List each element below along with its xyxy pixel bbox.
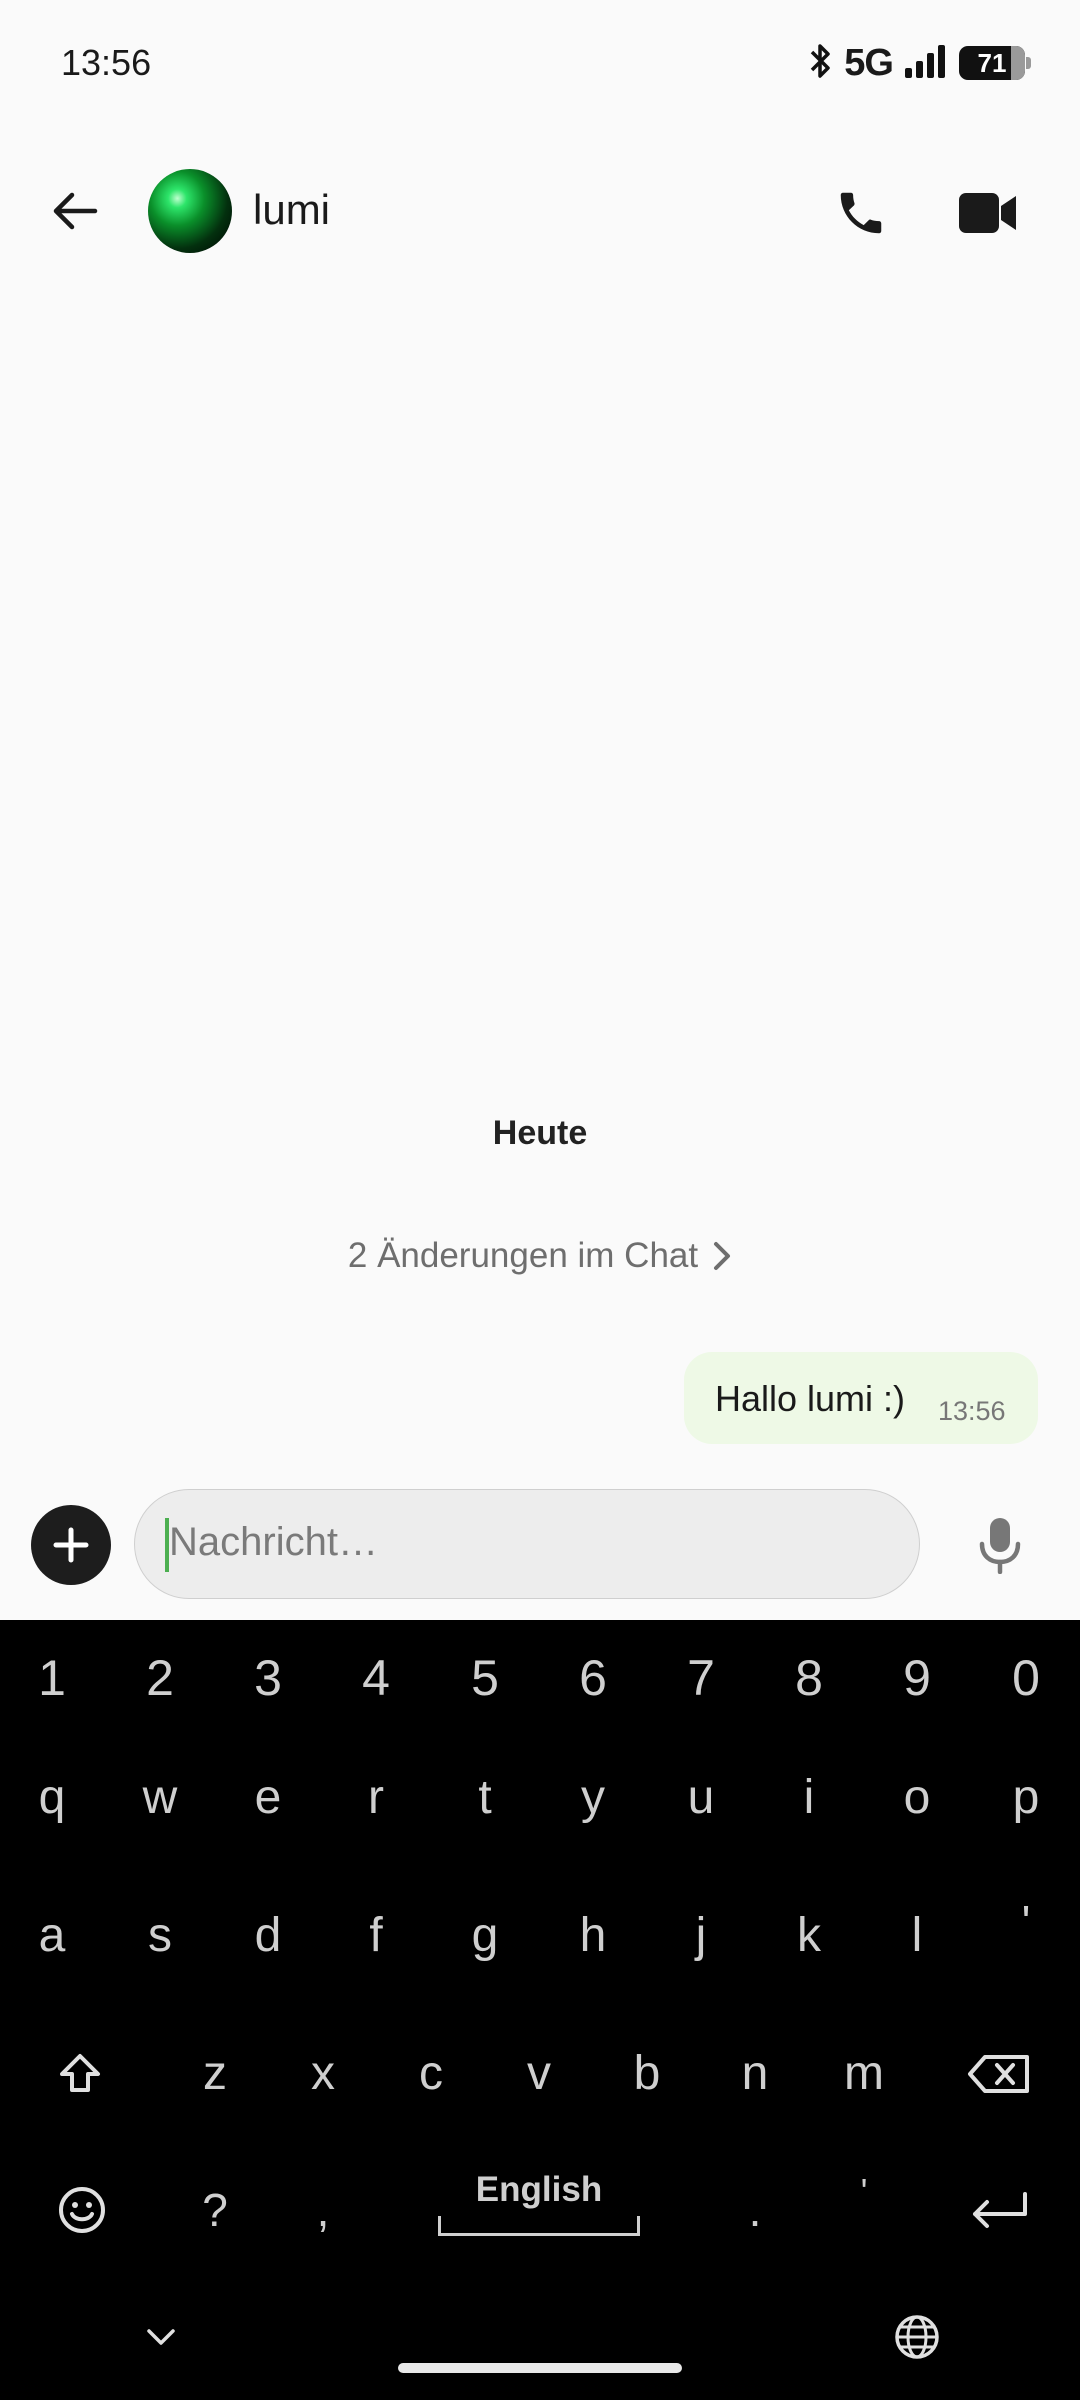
key-p[interactable]: p — [1006, 1758, 1046, 1838]
key-t[interactable]: t — [465, 1758, 505, 1838]
key-apostrophe[interactable]: ' — [1006, 1882, 1046, 1962]
key-b[interactable]: b — [627, 2034, 667, 2114]
message-time: 13:56 — [938, 1396, 1006, 1426]
key-period[interactable]: . — [735, 2170, 775, 2250]
keyboard-row-a: a s d f g h j k l ' — [0, 1896, 1080, 1976]
chat-changes-link[interactable]: 2 Änderungen im Chat — [0, 1236, 1080, 1276]
key-k[interactable]: k — [789, 1896, 829, 1976]
key-question[interactable]: ? — [195, 2170, 235, 2250]
key-3[interactable]: 3 — [248, 1638, 288, 1718]
key-x[interactable]: x — [303, 2034, 343, 2114]
video-call-button[interactable] — [950, 178, 1026, 248]
contact-avatar[interactable] — [148, 169, 232, 253]
key-r[interactable]: r — [356, 1758, 396, 1838]
key-z[interactable]: z — [195, 2034, 235, 2114]
key-h[interactable]: h — [573, 1896, 613, 1976]
back-button[interactable] — [40, 176, 110, 246]
emoji-icon — [59, 2187, 105, 2233]
key-d[interactable]: d — [248, 1896, 288, 1976]
key-5[interactable]: 5 — [465, 1638, 505, 1718]
backspace-key[interactable] — [962, 2042, 1036, 2106]
plus-icon — [53, 1527, 89, 1563]
keyboard — [0, 1620, 1080, 2400]
space-key-label: English — [475, 2170, 603, 2209]
key-q[interactable]: q — [32, 1758, 72, 1838]
key-comma[interactable]: , — [303, 2170, 343, 2250]
key-9[interactable]: 9 — [897, 1638, 937, 1718]
battery-level: 71 — [977, 47, 1007, 78]
key-e[interactable]: e — [248, 1758, 288, 1838]
key-j[interactable]: j — [681, 1896, 721, 1976]
enter-key[interactable] — [962, 2178, 1036, 2242]
chevron-right-icon — [714, 1242, 731, 1270]
contact-name[interactable]: lumi — [253, 186, 330, 234]
key-6[interactable]: 6 — [573, 1638, 613, 1718]
key-i[interactable]: i — [789, 1758, 829, 1838]
key-a[interactable]: a — [32, 1896, 72, 1976]
key-n[interactable]: n — [735, 2034, 775, 2114]
battery-icon: 71 — [959, 46, 1031, 80]
key-7[interactable]: 7 — [681, 1638, 721, 1718]
shift-icon — [60, 2054, 100, 2092]
enter-icon — [973, 2192, 1027, 2228]
keyboard-row-numbers: 1 2 3 4 5 6 7 8 9 0 — [0, 1638, 1080, 1718]
message-text: Hallo lumi :) — [715, 1378, 906, 1419]
key-m[interactable]: m — [844, 2034, 884, 2114]
key-0[interactable]: 0 — [1006, 1638, 1046, 1718]
key-u[interactable]: u — [681, 1758, 721, 1838]
key-v[interactable]: v — [519, 2034, 559, 2114]
shift-key[interactable] — [46, 2042, 114, 2106]
key-1[interactable]: 1 — [32, 1638, 72, 1718]
key-y[interactable]: y — [573, 1758, 613, 1838]
chevron-down-icon — [147, 2329, 175, 2345]
key-4[interactable]: 4 — [356, 1638, 396, 1718]
key-g[interactable]: g — [465, 1896, 505, 1976]
home-indicator[interactable] — [398, 2363, 682, 2373]
backspace-icon — [968, 2055, 1029, 2093]
keyboard-row-z: z x c v b n m — [0, 2034, 1080, 2114]
key-w[interactable]: w — [140, 1758, 180, 1838]
voice-call-button[interactable] — [826, 178, 896, 248]
emoji-key[interactable] — [52, 2178, 112, 2242]
key-l[interactable]: l — [897, 1896, 937, 1976]
phone-icon — [840, 192, 882, 234]
space-bar-icon — [438, 2216, 640, 2236]
key-s[interactable]: s — [140, 1896, 180, 1976]
key-2[interactable]: 2 — [140, 1638, 180, 1718]
globe-icon — [895, 2315, 939, 2359]
voice-message-button[interactable] — [965, 1510, 1035, 1580]
microphone-icon — [979, 1518, 1021, 1574]
status-icons: 5G 71 — [808, 38, 1031, 88]
hide-keyboard-button[interactable] — [136, 2312, 186, 2362]
key-o[interactable]: o — [897, 1758, 937, 1838]
status-time: 13:56 — [61, 42, 152, 83]
language-button[interactable] — [890, 2310, 944, 2364]
message-input[interactable]: Nachricht… — [134, 1489, 920, 1599]
date-divider: Heute — [492, 1114, 588, 1152]
chat-changes-label: 2 Änderungen im Chat — [347, 1236, 699, 1275]
key-f[interactable]: f — [356, 1896, 396, 1976]
video-camera-icon — [959, 193, 1016, 233]
network-type: 5G — [844, 41, 894, 84]
key-8[interactable]: 8 — [789, 1638, 829, 1718]
key-c[interactable]: c — [411, 2034, 451, 2114]
back-arrow-icon — [53, 192, 98, 230]
attach-button[interactable] — [31, 1505, 111, 1585]
message-input-placeholder: Nachricht… — [169, 1520, 378, 1564]
key-apostrophe-small[interactable]: ' — [844, 2152, 884, 2232]
signal-icon — [903, 44, 949, 83]
bluetooth-icon — [808, 42, 834, 85]
keyboard-row-q: q w e r t y u i o p — [0, 1758, 1080, 1838]
space-key[interactable]: English — [438, 2160, 640, 2240]
